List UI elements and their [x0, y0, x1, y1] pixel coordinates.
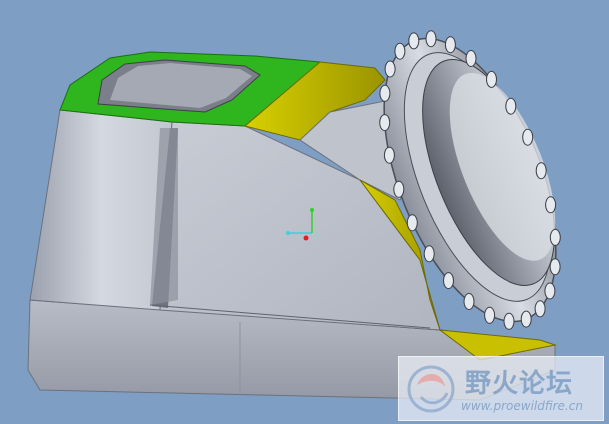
- ring-tooth: [505, 97, 517, 115]
- ring-tooth: [383, 146, 395, 164]
- ring-tooth: [423, 245, 435, 263]
- ring-tooth: [463, 293, 475, 310]
- ring-tooth: [379, 84, 391, 102]
- ring-tooth: [425, 30, 437, 48]
- ring-tooth: [465, 50, 477, 67]
- ring-tooth: [544, 282, 556, 300]
- cad-model-viewport[interactable]: 野火论坛 www.proewildfire.cn: [0, 0, 609, 424]
- ring-tooth: [549, 228, 561, 246]
- ring-tooth: [522, 128, 534, 146]
- forum-watermark: 野火论坛 www.proewildfire.cn: [398, 356, 604, 421]
- proewildfire-logo-icon: [407, 365, 455, 413]
- ring-tooth: [535, 162, 547, 180]
- watermark-brand-text: 野火论坛: [465, 369, 574, 399]
- ring-tooth: [545, 196, 557, 214]
- ring-tooth: [384, 60, 396, 78]
- ring-tooth: [486, 70, 497, 88]
- ring-tooth: [406, 214, 418, 232]
- ring-tooth: [503, 312, 515, 330]
- ring-tooth: [393, 180, 405, 198]
- ring-tooth: [549, 258, 561, 276]
- ring-tooth: [443, 272, 454, 290]
- ring-tooth: [408, 32, 420, 50]
- ring-tooth: [379, 114, 391, 132]
- ring-tooth: [484, 306, 496, 324]
- ring-tooth: [520, 310, 532, 328]
- ring-tooth: [534, 300, 546, 318]
- watermark-url: www.proewildfire.cn: [461, 399, 583, 413]
- ring-tooth: [394, 42, 406, 60]
- ring-tooth: [444, 36, 456, 54]
